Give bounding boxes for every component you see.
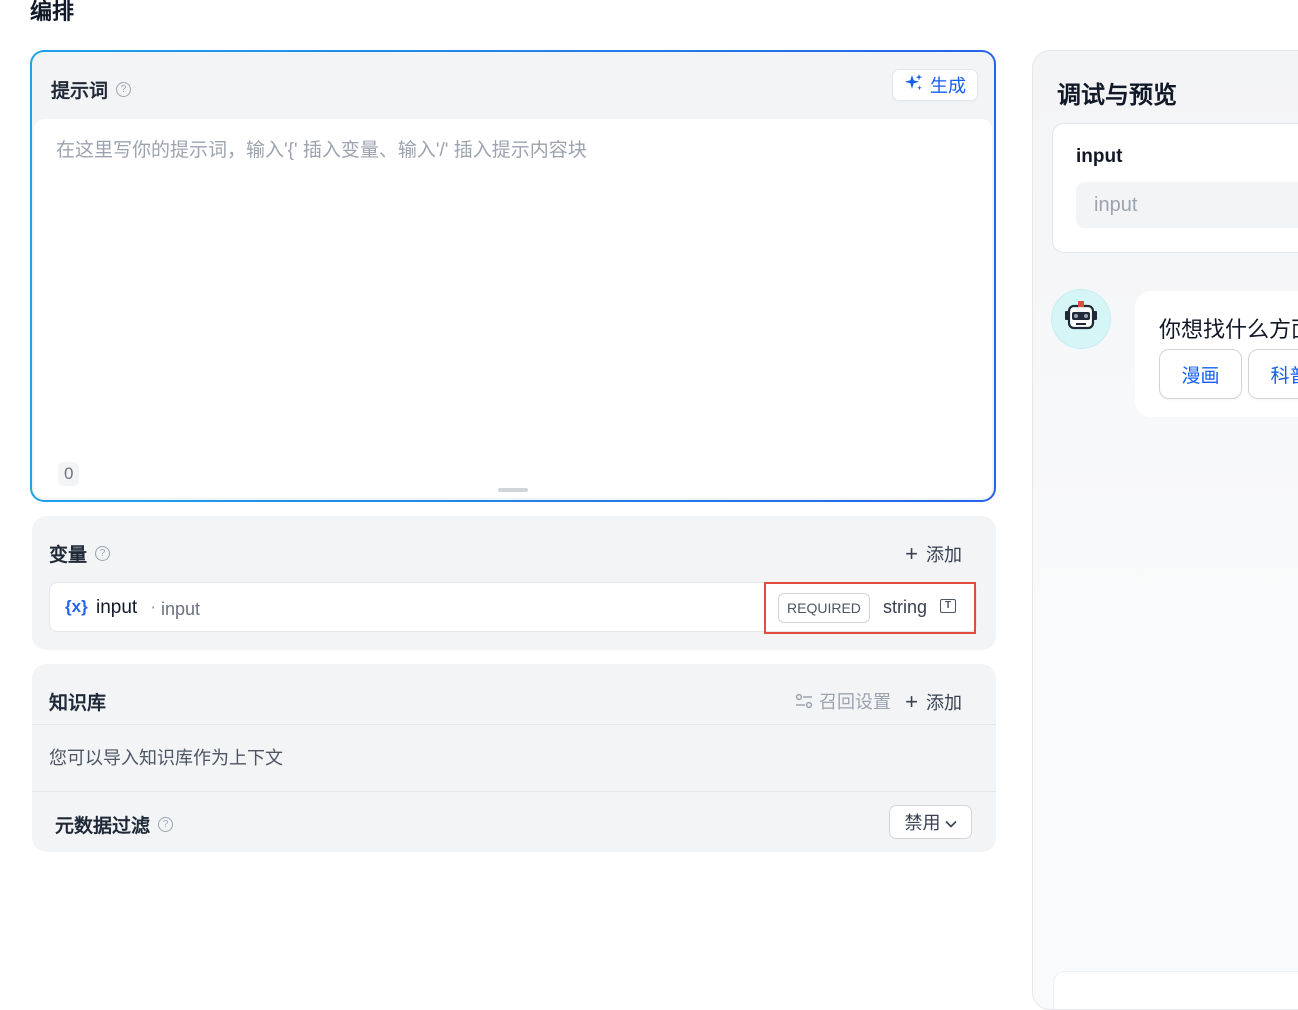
prompt-editor[interactable]: 在这里写你的提示词，输入'{' 插入变量、输入'/' 插入提示内容块 0 (34, 119, 992, 498)
add-variable-label: 添加 (926, 545, 962, 565)
chat-message-bubble: 你想找什么方面 漫画 科普 (1135, 291, 1298, 417)
knowledge-card: 知识库 召回设置 + 添加 您可以导入知识库作为上下文 元数据过滤? 禁用 (32, 664, 996, 852)
recall-settings-label: 召回设置 (819, 692, 891, 712)
variable-separator: · (150, 597, 157, 618)
preview-input-field[interactable] (1076, 182, 1298, 228)
prompt-title: 提示词? (51, 76, 132, 103)
add-variable-button[interactable]: + 添加 (905, 541, 962, 567)
add-knowledge-button[interactable]: + 添加 (905, 689, 962, 715)
variables-title: 变量? (49, 540, 111, 567)
prompt-card: 提示词? 生成 在这里写你的提示词，输入'{' 插入变量、输入'/' 插入提示内… (30, 50, 996, 502)
page-title: 编排 (30, 0, 75, 24)
divider (32, 791, 996, 792)
help-icon[interactable]: ? (116, 82, 132, 98)
metadata-filter-label: 元数据过滤 (55, 816, 151, 837)
prompt-title-label: 提示词 (51, 81, 109, 102)
variable-name: input (161, 599, 201, 619)
metadata-filter-select[interactable]: 禁用 (889, 805, 972, 839)
debug-preview-panel: 调试与预览 input 你想找什么方面 漫画 科普 (1032, 50, 1298, 1010)
generate-button[interactable]: 生成 (892, 69, 978, 101)
chat-option-button[interactable]: 漫画 (1159, 349, 1242, 399)
generate-label: 生成 (930, 76, 966, 96)
divider (32, 724, 996, 725)
add-knowledge-label: 添加 (926, 693, 962, 713)
char-count: 0 (58, 462, 80, 486)
recall-settings-button[interactable]: 召回设置 (795, 688, 891, 714)
required-badge: REQUIRED (778, 593, 870, 623)
chevron-down-icon (944, 812, 957, 833)
sliders-icon (795, 693, 813, 709)
variable-icon: {x} (65, 597, 88, 616)
chat-input-bar[interactable] (1053, 971, 1298, 1009)
variable-key: input (96, 597, 138, 618)
variables-title-label: 变量 (49, 545, 88, 566)
sparkle-icon (904, 73, 924, 98)
help-icon[interactable]: ? (158, 817, 174, 833)
robot-avatar (1051, 289, 1111, 349)
help-icon[interactable]: ? (95, 546, 111, 562)
preview-title: 调试与预览 (1057, 82, 1177, 109)
metadata-filter-title: 元数据过滤? (55, 811, 174, 838)
preview-input-label: input (1076, 146, 1123, 167)
prompt-placeholder: 在这里写你的提示词，输入'{' 插入变量、输入'/' 插入提示内容块 (56, 140, 587, 161)
prompt-panel: 提示词? 生成 在这里写你的提示词，输入'{' 插入变量、输入'/' 插入提示内… (32, 52, 994, 500)
plus-icon: + (905, 541, 918, 566)
variable-type: string (883, 597, 928, 617)
plus-icon: + (905, 689, 918, 714)
text-type-icon: T (940, 599, 956, 613)
knowledge-description: 您可以导入知识库作为上下文 (49, 748, 283, 768)
chat-option-button[interactable]: 科普 (1248, 349, 1298, 399)
knowledge-title: 知识库 (49, 693, 107, 714)
resize-handle[interactable] (498, 488, 528, 492)
chat-message-text: 你想找什么方面 (1159, 317, 1298, 342)
metadata-filter-value: 禁用 (904, 813, 941, 833)
preview-input-card: input (1052, 123, 1298, 253)
